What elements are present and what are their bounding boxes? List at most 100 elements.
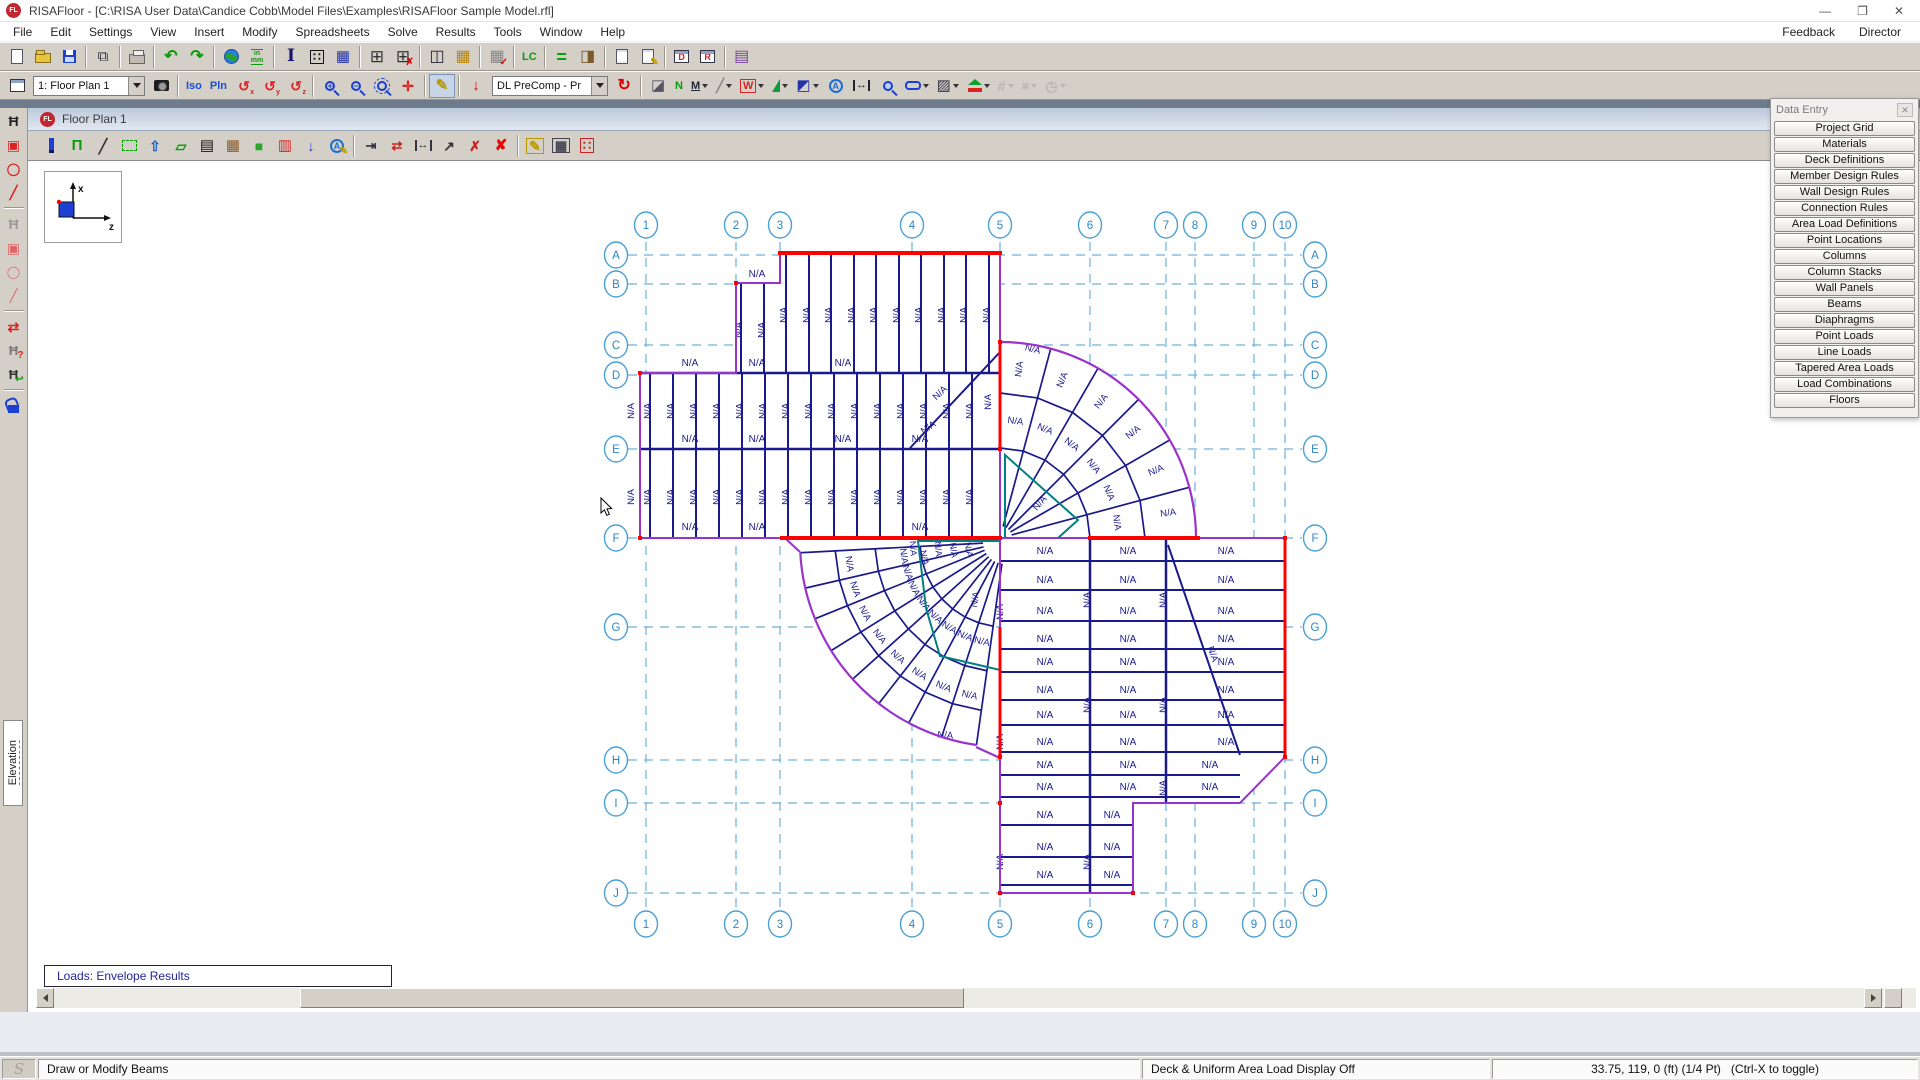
section-sets-icon[interactable]: ∷ bbox=[304, 45, 330, 69]
deck-striped-icon[interactable]: ▤ bbox=[194, 134, 220, 158]
background-display-icon-dropdown-arrow[interactable] bbox=[1031, 84, 1037, 88]
data-entry-wall-panels[interactable]: Wall Panels bbox=[1774, 281, 1915, 296]
node-labels-icon[interactable]: N bbox=[671, 74, 687, 98]
menu-results[interactable]: Results bbox=[427, 23, 485, 41]
data-entry-beams[interactable]: Beams bbox=[1774, 297, 1915, 312]
box-select-icon[interactable] bbox=[116, 134, 142, 158]
render-icon[interactable]: ◪ bbox=[645, 74, 671, 98]
unlock-icon[interactable] bbox=[2, 394, 26, 417]
menu-settings[interactable]: Settings bbox=[80, 23, 141, 41]
report-edit-icon[interactable]: ✎ bbox=[635, 45, 661, 69]
reload-icon[interactable]: ↻ bbox=[611, 74, 637, 98]
data-entry-deck-definitions[interactable]: Deck Definitions bbox=[1774, 153, 1915, 168]
menu-help[interactable]: Help bbox=[591, 23, 634, 41]
draw-polygon-icon[interactable]: ▱ bbox=[168, 134, 194, 158]
results-spreadsheet-icon[interactable]: ▦ bbox=[450, 45, 476, 69]
zoom-window-icon[interactable] bbox=[369, 74, 395, 98]
select-polygon-icon[interactable]: ◯ bbox=[2, 157, 26, 180]
snap-both-icon[interactable]: ⇄ bbox=[384, 134, 410, 158]
pins-icon[interactable]: ╱ bbox=[712, 74, 736, 98]
draw-wall-icon[interactable]: ▥ bbox=[272, 134, 298, 158]
area-shade-icon-dropdown-arrow[interactable] bbox=[813, 84, 819, 88]
deck-hatch-icon[interactable]: ▦ bbox=[220, 134, 246, 158]
layers-icon-dropdown-arrow[interactable] bbox=[984, 84, 990, 88]
scroll-left-button[interactable] bbox=[36, 988, 54, 1008]
data-entry-load-combinations[interactable]: Load Combinations bbox=[1774, 377, 1915, 392]
history-icon-dropdown-arrow[interactable] bbox=[1060, 84, 1066, 88]
data-entry-wall-design-rules[interactable]: Wall Design Rules bbox=[1774, 185, 1915, 200]
trim-member-icon[interactable]: ✗ bbox=[462, 134, 488, 158]
equal-solve-icon[interactable]: = bbox=[549, 45, 575, 69]
draw-line-icon[interactable]: ╱ bbox=[90, 134, 116, 158]
exit-door-icon[interactable]: ◨ bbox=[575, 45, 601, 69]
zoom-extents-icon[interactable]: ✛ bbox=[395, 74, 421, 98]
invert-selection-icon[interactable]: ⇄ bbox=[2, 315, 26, 338]
data-entry-point-locations[interactable]: Point Locations bbox=[1774, 233, 1915, 248]
snap-left-icon[interactable]: ⇥ bbox=[358, 134, 384, 158]
iso-view-button[interactable]: Iso bbox=[182, 74, 206, 98]
menu-solve[interactable]: Solve bbox=[379, 23, 427, 41]
data-entry-materials[interactable]: Materials bbox=[1774, 137, 1915, 152]
deck-display-icon-dropdown-arrow[interactable] bbox=[782, 84, 788, 88]
scrollbar-thumb[interactable] bbox=[300, 988, 964, 1008]
report-icon[interactable] bbox=[609, 45, 635, 69]
report-window-icon[interactable]: R bbox=[695, 45, 721, 69]
save-icon[interactable] bbox=[56, 45, 82, 69]
rotate-z-icon[interactable]: ↺z bbox=[283, 74, 309, 98]
floor-selector[interactable]: 1: Floor Plan 1 bbox=[33, 76, 145, 96]
panel-display-icon-dropdown-arrow[interactable] bbox=[953, 84, 959, 88]
dimension-arrow-icon[interactable]: ⇧ bbox=[142, 134, 168, 158]
unselect-beams-icon[interactable]: Ħ bbox=[2, 212, 26, 235]
zoom-box-icon[interactable] bbox=[875, 74, 901, 98]
edit-mode-icon[interactable]: ✎ bbox=[522, 134, 548, 158]
new-file-icon[interactable] bbox=[4, 45, 30, 69]
menu-edit[interactable]: Edit bbox=[41, 23, 80, 41]
member-labels-icon[interactable]: M bbox=[687, 74, 712, 98]
data-entry-area-load-definitions[interactable]: Area Load Definitions bbox=[1774, 217, 1915, 232]
elevation-tab[interactable]: Elevation bbox=[3, 720, 23, 806]
selection-criteria-icon[interactable]: Ħ? bbox=[2, 339, 26, 362]
menu-file[interactable]: File bbox=[4, 23, 41, 41]
menu-modify[interactable]: Modify bbox=[233, 23, 286, 41]
print-icon[interactable] bbox=[124, 45, 150, 69]
snap-center-icon[interactable]: ↔ bbox=[410, 134, 436, 158]
drawing-grid-icon[interactable]: ▦ bbox=[330, 45, 356, 69]
unselect-polygon-icon[interactable]: ◯ bbox=[2, 260, 26, 283]
delete-member-icon[interactable]: ✘ bbox=[488, 134, 514, 158]
menu-insert[interactable]: Insert bbox=[185, 23, 233, 41]
assign-loads-icon[interactable]: ↓ bbox=[463, 74, 489, 98]
data-entry-line-loads[interactable]: Line Loads bbox=[1774, 345, 1915, 360]
data-entry-column-stacks[interactable]: Column Stacks bbox=[1774, 265, 1915, 280]
tab-floor-plan-1[interactable]: Floor Plan 1 bbox=[62, 112, 127, 126]
load-selector[interactable]: DL PreComp - Pr bbox=[492, 76, 608, 96]
data-entry-member-design-rules[interactable]: Member Design Rules bbox=[1774, 169, 1915, 184]
unselect-box-icon[interactable]: ▣ bbox=[2, 236, 26, 259]
web-globe-icon[interactable] bbox=[218, 45, 244, 69]
point-load-icon[interactable]: ↓ bbox=[298, 134, 324, 158]
extend-member-icon[interactable]: ↗ bbox=[436, 134, 462, 158]
floor-selector-dropdown-button[interactable] bbox=[128, 77, 144, 95]
zoom-out-icon[interactable]: − bbox=[343, 74, 369, 98]
plot-window-icon[interactable]: ◫ bbox=[424, 45, 450, 69]
data-entry-columns[interactable]: Columns bbox=[1774, 249, 1915, 264]
menu-window[interactable]: Window bbox=[531, 23, 592, 41]
deck-display-icon[interactable] bbox=[768, 74, 792, 98]
floor-plan-canvas[interactable]: 1122334455667788991010AABBCCDDEEFFGGHHII… bbox=[28, 161, 1920, 1012]
wall-labels-icon-dropdown-arrow[interactable] bbox=[758, 84, 764, 88]
load-selector-dropdown-button[interactable] bbox=[591, 77, 607, 95]
select-beams-icon[interactable]: Ħ bbox=[2, 109, 26, 132]
help-book-icon[interactable]: ▤ bbox=[729, 45, 755, 69]
annotate-icon[interactable]: A bbox=[823, 74, 849, 98]
wall-labels-icon[interactable]: W bbox=[736, 74, 768, 98]
scroll-right-button[interactable] bbox=[1864, 988, 1882, 1008]
menu-feedback[interactable]: Feedback bbox=[1773, 23, 1844, 41]
undo-icon[interactable]: ↶ bbox=[158, 45, 184, 69]
data-entry-connection-rules[interactable]: Connection Rules bbox=[1774, 201, 1915, 216]
select-line-icon[interactable]: ╱ bbox=[2, 181, 26, 204]
plan-view-button[interactable]: Pln bbox=[206, 74, 231, 98]
data-entry-point-loads[interactable]: Point Loads bbox=[1774, 329, 1915, 344]
dimension-icon[interactable]: ↔ bbox=[849, 74, 875, 98]
menu-director[interactable]: Director bbox=[1850, 23, 1910, 41]
grid-mode-icon[interactable]: ▦ bbox=[548, 134, 574, 158]
close-button[interactable]: ✕ bbox=[1894, 4, 1904, 18]
